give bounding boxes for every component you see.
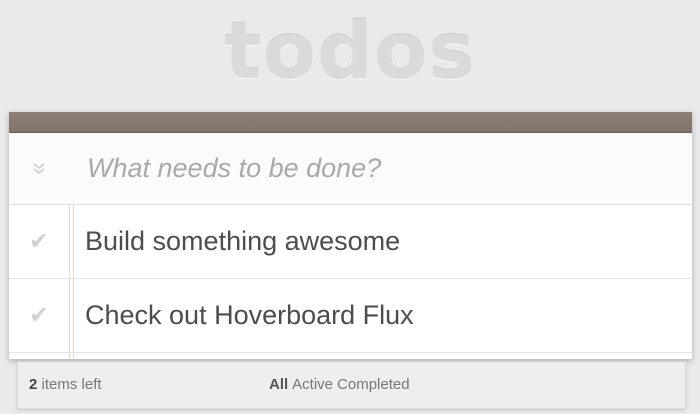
- filter-active[interactable]: Active: [292, 376, 333, 393]
- todo-label[interactable]: Check out Hoverboard Flux: [85, 300, 414, 331]
- todo-label[interactable]: Build something awesome: [85, 226, 400, 257]
- items-left-count: 2 items left: [29, 376, 102, 393]
- toggle-all-button[interactable]: [9, 133, 69, 204]
- new-todo-input[interactable]: [85, 147, 679, 190]
- app-title: todos: [224, 7, 476, 97]
- card-header-bar: [9, 112, 692, 133]
- todo-item: ✔ Build something awesome: [9, 205, 692, 279]
- checkmark-icon: ✔: [28, 228, 50, 255]
- todo-complete-toggle[interactable]: ✔: [9, 279, 69, 352]
- checkmark-icon: ✔: [28, 302, 50, 329]
- chevrons-down-icon: [33, 162, 45, 174]
- filter-all[interactable]: All: [269, 376, 288, 393]
- todo-item: ✔ Check out Hoverboard Flux: [9, 279, 692, 353]
- todo-complete-toggle[interactable]: ✔: [9, 205, 69, 278]
- todo-footer: 2 items left All Active Completed: [17, 362, 686, 409]
- new-todo-row: [9, 133, 692, 205]
- filter-completed[interactable]: Completed: [337, 376, 410, 393]
- todo-card: ✔ Build something awesome ✔ Check out Ho…: [9, 112, 692, 359]
- filters: All Active Completed: [269, 376, 410, 393]
- items-left-label: items left: [37, 376, 102, 393]
